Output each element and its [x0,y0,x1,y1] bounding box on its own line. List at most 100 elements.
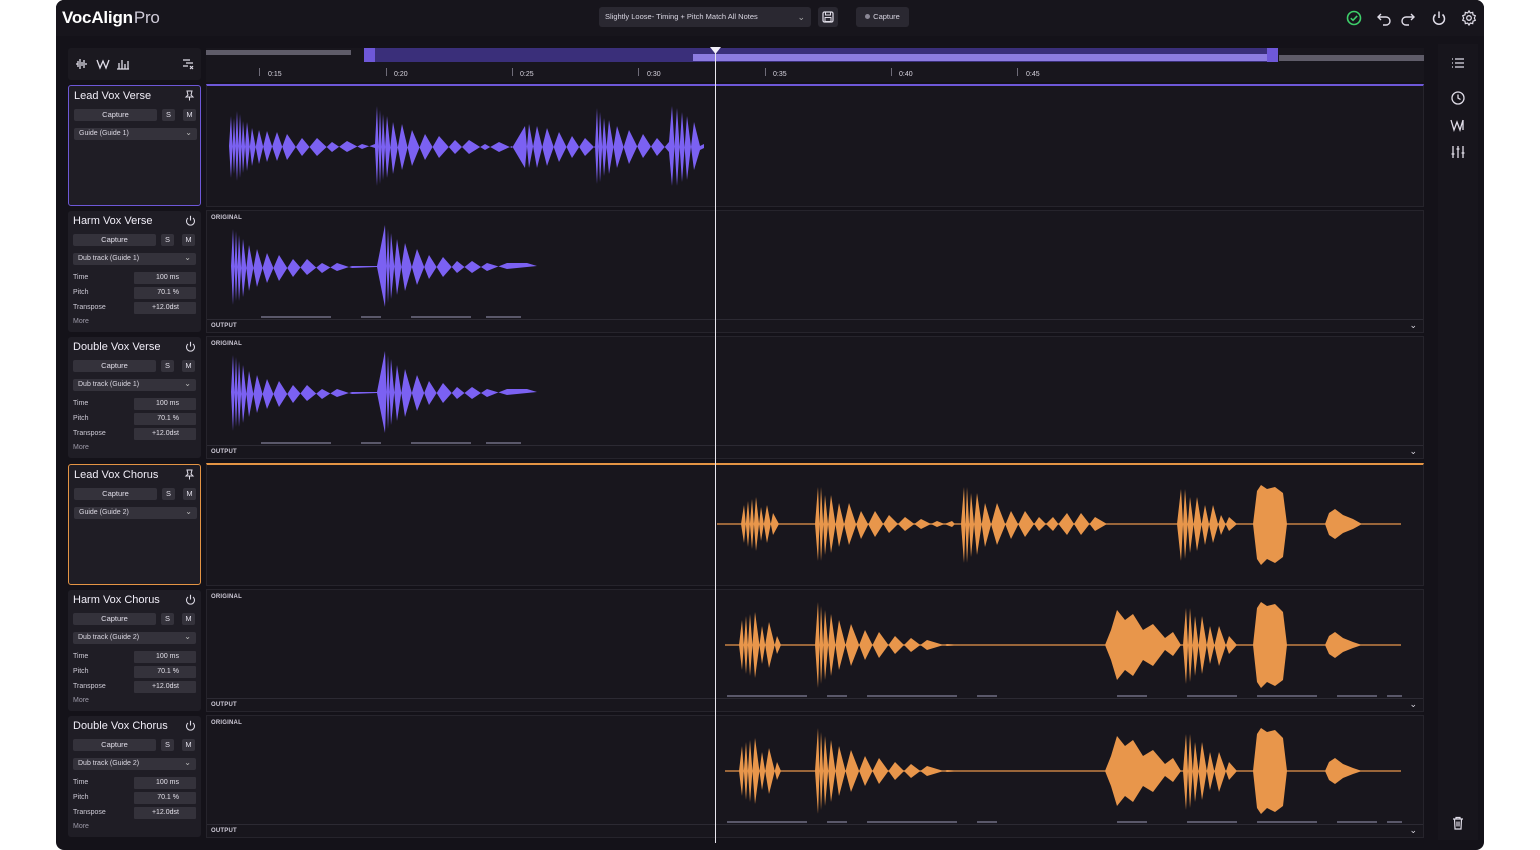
mute-button[interactable]: M [182,739,195,751]
pin-icon[interactable] [184,90,195,101]
chevron-down-icon: ⌄ [797,12,805,22]
chevron-down-icon: ⌄ [184,379,191,388]
lane-harm-vox-verse[interactable]: ORIGINAL OUTPUT ⌄ [206,210,1424,333]
chevron-down-icon[interactable]: ⌄ [1409,825,1417,836]
more-link[interactable]: More [73,444,89,451]
solo-button[interactable]: S [161,739,174,751]
transpose-value[interactable]: +12.0dst [134,428,196,440]
power-icon[interactable] [185,341,196,352]
view-mode-header [68,48,201,80]
capture-button[interactable]: Capture [856,7,909,27]
transpose-value[interactable]: +12.0dst [134,302,196,314]
pitch-wave-icon[interactable] [1450,117,1466,133]
track-lead-vox-chorus[interactable]: Lead Vox Chorus Capture S M Guide (Guide 2… [68,464,201,585]
save-icon [822,11,834,23]
range-start-handle[interactable] [364,48,375,62]
power-icon[interactable] [1430,9,1448,27]
time-param: Time 100 ms [73,398,196,410]
mixer-sliders-icon[interactable] [1450,144,1466,160]
pitch-value[interactable]: 70.1 % [134,413,196,425]
output-bar[interactable]: OUTPUT ⌄ [207,445,1423,458]
lane-double-vox-chorus[interactable]: ORIGINAL OUTPUT ⌄ [206,715,1424,838]
capture-button[interactable]: Capture [73,360,156,372]
more-link[interactable]: More [73,318,89,325]
playhead[interactable] [715,48,716,843]
track-harm-vox-verse[interactable]: Harm Vox Verse Capture S M Dub track (Guid… [68,211,201,332]
capture-button[interactable]: Capture [73,739,156,751]
capture-button[interactable]: Capture [73,613,156,625]
align-tools-icon[interactable] [181,57,195,71]
power-icon[interactable] [185,215,196,226]
check-circle-icon[interactable] [1345,9,1363,27]
chevron-down-icon: ⌄ [184,632,191,641]
pitch-view-icon[interactable] [96,57,110,71]
capture-button[interactable]: Capture [73,234,156,246]
preset-dropdown[interactable]: Slightly Loose- Timing + Pitch Match All… [599,7,811,27]
mute-button[interactable]: M [183,488,196,500]
source-dropdown[interactable]: Guide (Guide 2) ⌄ [74,507,197,519]
mute-button[interactable]: M [182,613,195,625]
source-dropdown[interactable]: Dub track (Guide 1) ⌄ [73,253,196,265]
transpose-value[interactable]: +12.0dst [134,681,196,693]
pitch-value[interactable]: 70.1 % [134,287,196,299]
redo-icon[interactable] [1399,9,1417,27]
gear-icon[interactable] [1460,9,1478,27]
chevron-down-icon[interactable]: ⌄ [1409,320,1417,331]
waveform-view-icon[interactable] [75,57,89,71]
source-dropdown[interactable]: Guide (Guide 1) ⌄ [74,128,197,140]
solo-button[interactable]: S [161,360,174,372]
ruler-label: 0:30 [647,71,661,78]
capture-button[interactable]: Capture [74,488,157,500]
mute-button[interactable]: M [182,360,195,372]
track-double-vox-chorus[interactable]: Double Vox Chorus Capture S M Dub track (G… [68,716,201,837]
range-end-handle[interactable] [1267,48,1278,62]
trash-icon[interactable] [1450,815,1466,831]
spectrum-view-icon[interactable] [116,57,130,71]
time-value[interactable]: 100 ms [134,398,196,410]
lane-lead-vox-chorus[interactable] [206,463,1424,586]
lane-lead-vox-verse[interactable] [206,84,1424,207]
source-dropdown[interactable]: Dub track (Guide 2) ⌄ [73,758,196,770]
lane-double-vox-verse[interactable]: ORIGINAL OUTPUT ⌄ [206,336,1424,459]
pitch-value[interactable]: 70.1 % [134,792,196,804]
transpose-value[interactable]: +12.0dst [134,807,196,819]
time-value[interactable]: 100 ms [134,777,196,789]
chevron-down-icon[interactable]: ⌄ [1409,699,1417,710]
mute-button[interactable]: M [182,234,195,246]
history-clock-icon[interactable] [1450,90,1466,106]
lane-harm-vox-chorus[interactable]: ORIGINAL OUTPUT ⌄ [206,589,1424,712]
ruler-label: 0:20 [394,71,408,78]
more-link[interactable]: More [73,697,89,704]
time-value[interactable]: 100 ms [134,272,196,284]
chevron-down-icon[interactable]: ⌄ [1409,446,1417,457]
timeline-ruler[interactable]: 0:15 0:20 0:25 0:30 0:35 0:40 0:45 [206,48,1424,82]
save-preset-button[interactable] [818,7,838,27]
pitch-param: Pitch 70.1 % [73,792,196,804]
solo-button[interactable]: S [162,488,175,500]
time-value[interactable]: 100 ms [134,651,196,663]
track-lead-vox-verse[interactable]: Lead Vox Verse Capture S M Guide (Guide 1)… [68,85,201,206]
capture-button[interactable]: Capture [74,109,157,121]
more-link[interactable]: More [73,823,89,830]
source-dropdown[interactable]: Dub track (Guide 1) ⌄ [73,379,196,391]
ruler-label: 0:35 [773,71,787,78]
source-dropdown[interactable]: Dub track (Guide 2) ⌄ [73,632,196,644]
undo-icon[interactable] [1375,9,1393,27]
list-icon[interactable] [1450,55,1466,71]
playhead-marker-icon[interactable] [710,47,721,54]
track-harm-vox-chorus[interactable]: Harm Vox Chorus Capture S M Dub track (Gui… [68,590,201,711]
solo-button[interactable]: S [161,613,174,625]
power-icon[interactable] [185,720,196,731]
pitch-value[interactable]: 70.1 % [134,666,196,678]
track-double-vox-verse[interactable]: Double Vox Verse Capture S M Dub track (Gu… [68,337,201,458]
ruler-tick [512,68,513,76]
power-icon[interactable] [185,594,196,605]
solo-button[interactable]: S [161,234,174,246]
pin-icon[interactable] [184,469,195,480]
output-bar[interactable]: OUTPUT ⌄ [207,319,1423,332]
mute-button[interactable]: M [183,109,196,121]
output-bar[interactable]: OUTPUT ⌄ [207,824,1423,837]
solo-button[interactable]: S [162,109,175,121]
ruler-tick [765,68,766,76]
output-bar[interactable]: OUTPUT ⌄ [207,698,1423,711]
